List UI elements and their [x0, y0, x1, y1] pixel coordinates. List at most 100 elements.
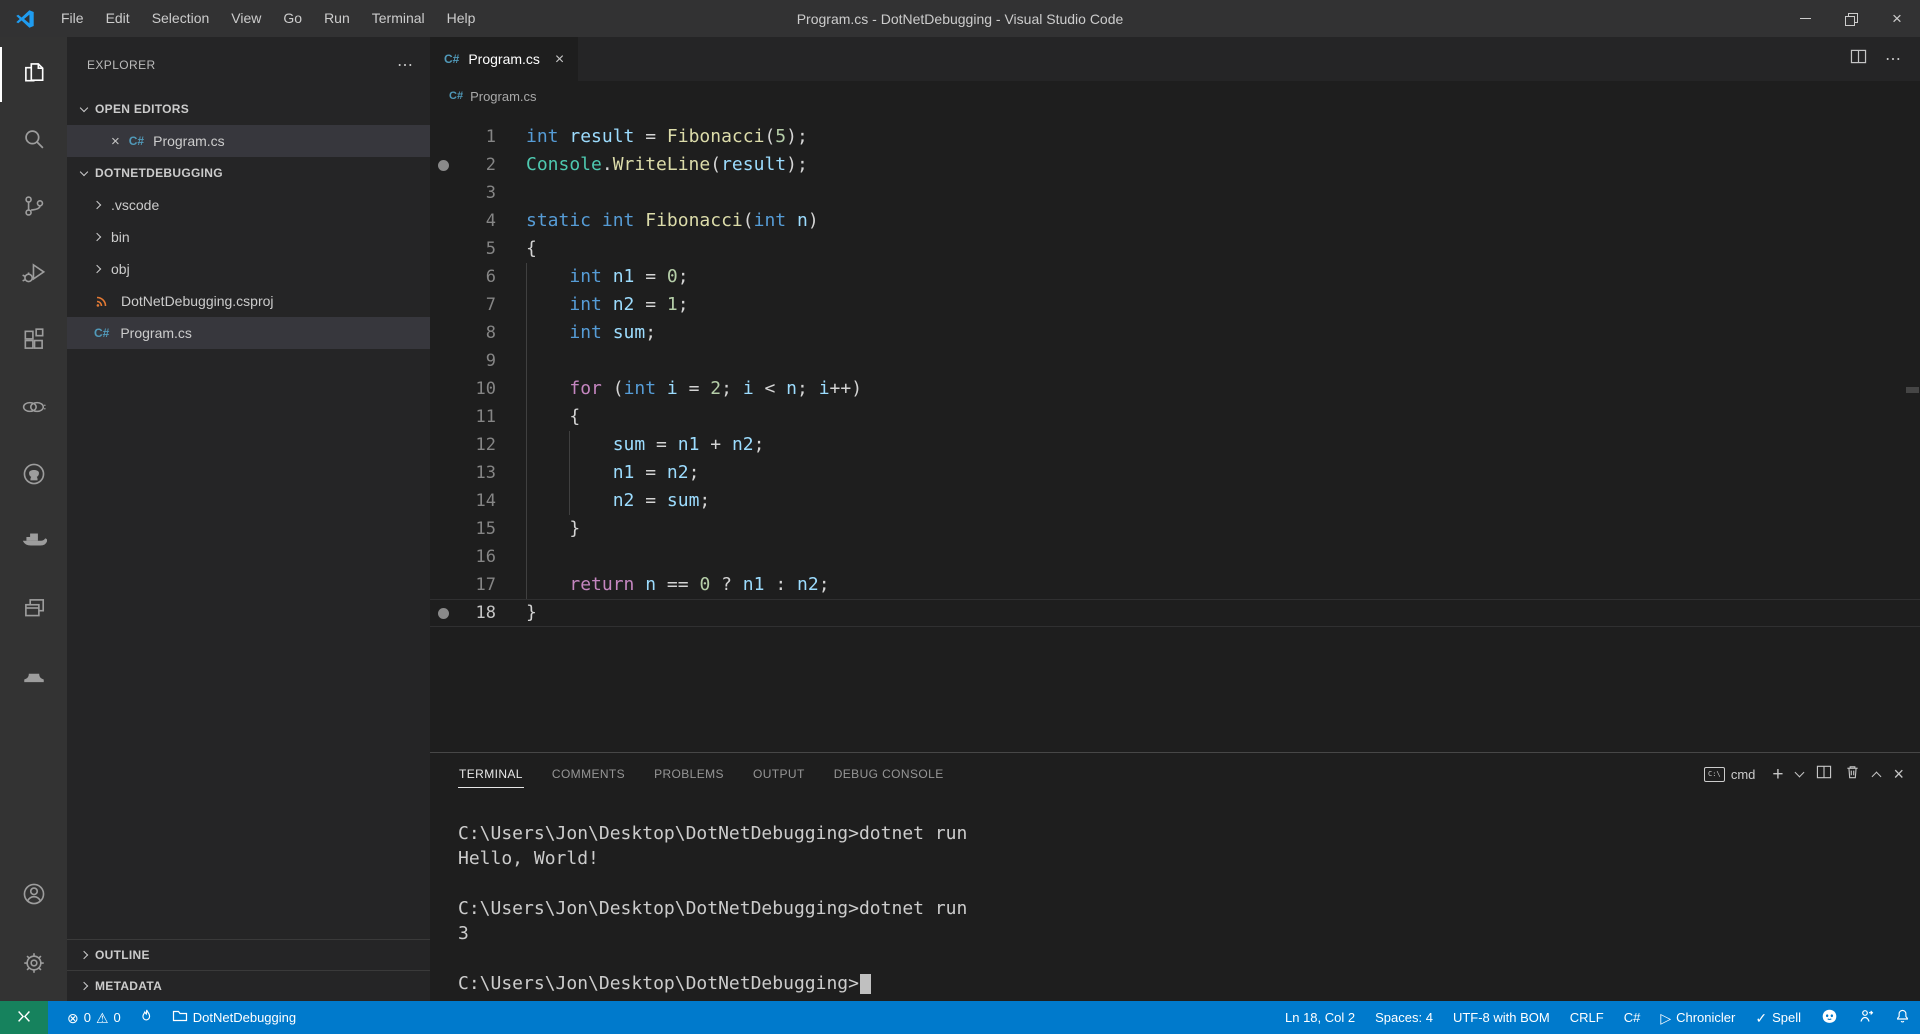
panel-tab-comments[interactable]: COMMENTS [551, 758, 626, 790]
breakpoint-gutter[interactable] [430, 543, 456, 571]
breakpoint-gutter[interactable] [430, 123, 456, 151]
split-editor-icon[interactable] [1850, 49, 1867, 69]
breakpoint-gutter[interactable] [430, 207, 456, 235]
sidebar-item-dotnetdebugging-csproj[interactable]: DotNetDebugging.csproj [67, 285, 430, 317]
breakpoint-gutter[interactable] [430, 599, 456, 627]
close-tab-icon[interactable]: × [555, 52, 564, 67]
breakpoint-gutter[interactable] [430, 291, 456, 319]
github-status[interactable] [1811, 1001, 1848, 1034]
problems-status[interactable]: ⊗ 0 ⚠ 0 [58, 1001, 130, 1034]
code-line-17[interactable]: 17 return n == 0 ? n1 : n2; [430, 571, 1920, 599]
maximize-panel-icon[interactable] [1872, 771, 1882, 781]
breakpoint-gutter[interactable] [430, 263, 456, 291]
accounts-button[interactable] [0, 863, 67, 930]
new-terminal-icon[interactable]: + [1772, 765, 1783, 784]
panel-tab-terminal[interactable]: TERMINAL [458, 758, 524, 790]
code-line-15[interactable]: 15 } [430, 515, 1920, 543]
code-line-3[interactable]: 3 [430, 179, 1920, 207]
menu-view[interactable]: View [220, 0, 272, 37]
minimize-button[interactable] [1782, 0, 1828, 37]
sidebar-item--vscode[interactable]: .vscode [67, 189, 430, 221]
split-terminal-icon[interactable] [1816, 765, 1832, 784]
menu-run[interactable]: Run [313, 0, 361, 37]
extensions-activity-button[interactable] [0, 309, 67, 376]
feedback-status[interactable] [1848, 1001, 1885, 1034]
code-line-13[interactable]: 13 n1 = n2; [430, 459, 1920, 487]
search-activity-button[interactable] [0, 108, 67, 175]
open-editor-item-program-cs[interactable]: × C# Program.cs [67, 125, 430, 157]
breakpoint-gutter[interactable] [430, 235, 456, 263]
close-panel-icon[interactable]: × [1893, 767, 1904, 782]
breakpoint-gutter[interactable] [430, 571, 456, 599]
cursor-position-status[interactable]: Ln 18, Col 2 [1275, 1001, 1365, 1034]
run-and-debug-activity-button[interactable] [0, 242, 67, 309]
chronicler-status[interactable]: ▷ Chronicler [1650, 1001, 1745, 1034]
explorer-activity-button[interactable] [0, 41, 67, 108]
hat-extension-activity-button[interactable] [0, 644, 67, 711]
code-line-12[interactable]: 12 sum = n1 + n2; [430, 431, 1920, 459]
knot-extension-activity-button[interactable] [0, 376, 67, 443]
encoding-status[interactable]: UTF-8 with BOM [1443, 1001, 1560, 1034]
language-status[interactable]: C# [1614, 1001, 1651, 1034]
notifications-status[interactable] [1885, 1001, 1920, 1034]
close-window-button[interactable]: × [1874, 0, 1920, 37]
code-line-11[interactable]: 11 { [430, 403, 1920, 431]
source-control-activity-button[interactable] [0, 175, 67, 242]
spell-status[interactable]: ✓ Spell [1745, 1001, 1811, 1034]
breakpoint-gutter[interactable] [430, 151, 456, 179]
terminal-dropdown-icon[interactable] [1795, 768, 1805, 778]
breakpoint-gutter[interactable] [430, 515, 456, 543]
indentation-status[interactable]: Spaces: 4 [1365, 1001, 1443, 1034]
kill-terminal-icon[interactable] [1845, 764, 1860, 785]
breakpoint-gutter[interactable] [430, 347, 456, 375]
sidebar-item-obj[interactable]: obj [67, 253, 430, 285]
tab-program-cs[interactable]: C# Program.cs × [430, 37, 578, 81]
code-line-16[interactable]: 16 [430, 543, 1920, 571]
workspace-status[interactable]: DotNetDebugging [163, 1001, 305, 1034]
settings-button[interactable] [0, 932, 67, 999]
code-line-18[interactable]: 18} [430, 599, 1920, 627]
outline-section-header[interactable]: OUTLINE [67, 939, 430, 970]
breadcrumb[interactable]: C# Program.cs [430, 81, 1920, 111]
menu-help[interactable]: Help [436, 0, 487, 37]
breakpoint-gutter[interactable] [430, 179, 456, 207]
breakpoint-gutter[interactable] [430, 487, 456, 515]
remote-indicator[interactable] [0, 1001, 48, 1034]
menu-file[interactable]: File [50, 0, 95, 37]
code-line-8[interactable]: 8 int sum; [430, 319, 1920, 347]
docker-activity-button[interactable] [0, 510, 67, 577]
code-line-4[interactable]: 4static int Fibonacci(int n) [430, 207, 1920, 235]
code-line-2[interactable]: 2Console.WriteLine(result); [430, 151, 1920, 179]
terminal-shell-chip[interactable]: C:\ cmd [1704, 767, 1756, 782]
code-line-14[interactable]: 14 n2 = sum; [430, 487, 1920, 515]
sidebar-item-program-cs[interactable]: C#Program.cs [67, 317, 430, 349]
github-activity-button[interactable] [0, 443, 67, 510]
breakpoint-gutter[interactable] [430, 431, 456, 459]
breakpoint-gutter[interactable] [430, 459, 456, 487]
restore-button[interactable] [1828, 0, 1874, 37]
menu-edit[interactable]: Edit [95, 0, 141, 37]
breakpoint-gutter[interactable] [430, 319, 456, 347]
menu-terminal[interactable]: Terminal [361, 0, 436, 37]
editor-more-actions-icon[interactable]: ⋯ [1885, 49, 1902, 69]
code-line-5[interactable]: 5{ [430, 235, 1920, 263]
browser-preview-activity-button[interactable] [0, 577, 67, 644]
code-line-6[interactable]: 6 int n1 = 0; [430, 263, 1920, 291]
open-editors-section-header[interactable]: OPEN EDITORS [67, 93, 430, 125]
sidebar-item-bin[interactable]: bin [67, 221, 430, 253]
panel-tab-output[interactable]: OUTPUT [752, 758, 806, 790]
code-line-9[interactable]: 9 [430, 347, 1920, 375]
more-actions-icon[interactable]: ⋯ [397, 55, 414, 75]
workspace-section-header[interactable]: DOTNETDEBUGGING [67, 157, 430, 189]
panel-tab-problems[interactable]: PROBLEMS [653, 758, 725, 790]
metadata-section-header[interactable]: METADATA [67, 970, 430, 1001]
code-line-7[interactable]: 7 int n2 = 1; [430, 291, 1920, 319]
panel-tab-debug-console[interactable]: DEBUG CONSOLE [833, 758, 945, 790]
breakpoint-gutter[interactable] [430, 403, 456, 431]
eol-status[interactable]: CRLF [1560, 1001, 1614, 1034]
code-line-1[interactable]: 1int result = Fibonacci(5); [430, 123, 1920, 151]
menu-go[interactable]: Go [272, 0, 313, 37]
flame-status[interactable] [130, 1001, 163, 1034]
terminal-output[interactable]: C:\Users\Jon\Desktop\DotNetDebugging>dot… [430, 795, 1920, 1001]
menu-selection[interactable]: Selection [141, 0, 221, 37]
